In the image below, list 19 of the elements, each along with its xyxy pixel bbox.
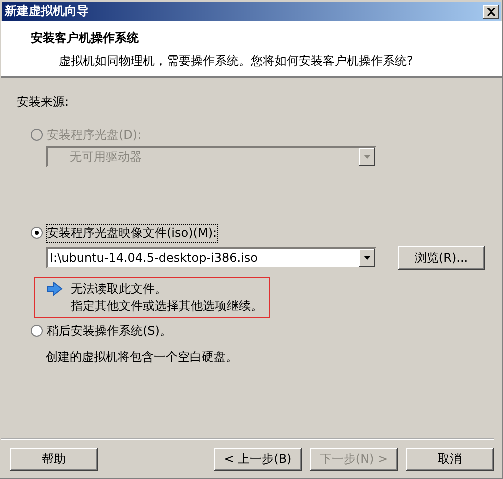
- dialog-button[interactable]: 取消: [406, 448, 494, 471]
- dialog-button[interactable]: 帮助: [10, 448, 98, 471]
- close-icon: [486, 8, 496, 16]
- browse-button[interactable]: 浏览(R)...: [398, 246, 485, 270]
- radio-button[interactable]: [31, 325, 43, 337]
- section-label: 安装来源:: [17, 94, 70, 111]
- arrow-right-icon: [47, 282, 63, 296]
- close-button[interactable]: [483, 4, 499, 18]
- message-text: 无法读取此文件。: [71, 281, 168, 298]
- page-title: 安装客户机操作系统: [31, 30, 140, 47]
- iso-path-field[interactable]: I:\ubuntu-14.04.5-desktop-i386.iso: [46, 247, 377, 269]
- dialog-button[interactable]: < 上一步(B): [214, 448, 302, 471]
- window-title: 新建虚拟机向导: [5, 3, 89, 20]
- option-label[interactable]: 稍后安装操作系统(S)。: [47, 322, 172, 340]
- note-text: 创建的虚拟机将包含一个空白硬盘。: [46, 349, 239, 366]
- option-label[interactable]: 安装程序光盘映像文件(iso)(M):: [47, 224, 218, 242]
- message-text: 指定其他文件或选择其他选项继续。: [71, 298, 263, 315]
- radio-button[interactable]: [31, 227, 43, 239]
- page-subtitle: 虚拟机如同物理机，需要操作系统。您将如何安装客户机操作系统?: [59, 53, 414, 70]
